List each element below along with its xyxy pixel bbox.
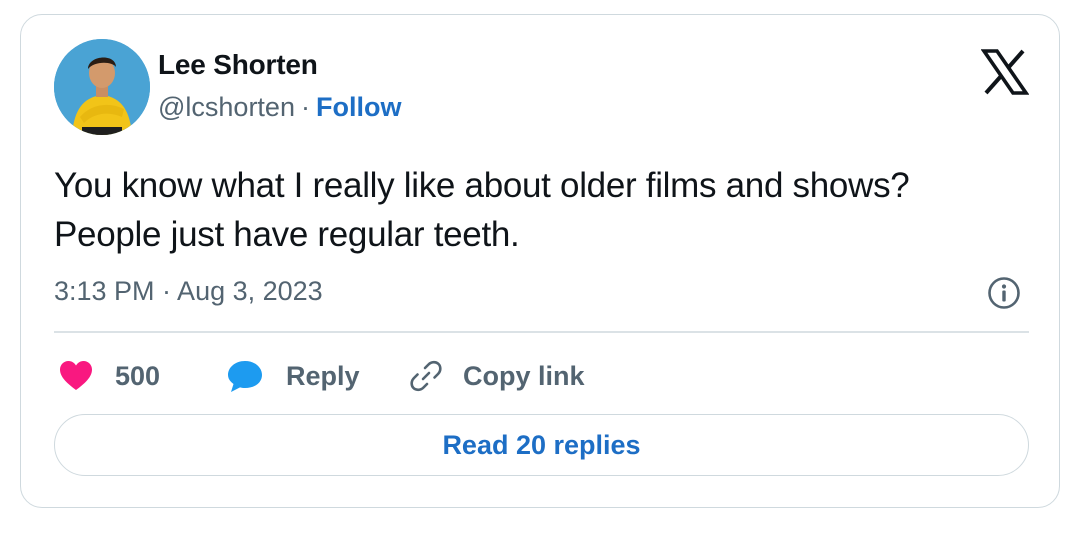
read-replies-label: Read 20 replies xyxy=(442,429,641,460)
link-icon xyxy=(410,360,442,392)
author-handle-row: @lcshorten · Follow xyxy=(158,92,401,123)
tweet-text-line: People just have regular teeth. xyxy=(54,215,520,254)
tweet-card: Lee Shorten @lcshorten · Follow You know w… xyxy=(20,14,1060,508)
read-replies-button[interactable]: Read 20 replies xyxy=(54,414,1029,476)
x-logo-icon[interactable] xyxy=(980,48,1030,96)
copy-link-label: Copy link xyxy=(463,360,585,391)
avatar-photo-icon xyxy=(54,39,150,135)
heart-icon xyxy=(60,361,92,390)
reply-label: Reply xyxy=(286,360,360,391)
copy-link-button[interactable]: Copy link xyxy=(409,354,585,398)
author-handle[interactable]: @lcshorten xyxy=(158,92,295,122)
tweet-timestamp[interactable]: 3:13 PM · Aug 3, 2023 xyxy=(54,276,323,307)
reply-button[interactable]: Reply xyxy=(226,354,360,398)
tweet-text: You know what I really like about older … xyxy=(54,161,1044,259)
follow-button[interactable]: Follow xyxy=(316,92,401,122)
separator-dot: · xyxy=(300,92,310,122)
like-count: 500 xyxy=(115,360,161,391)
author-name[interactable]: Lee Shorten xyxy=(158,49,318,81)
tweet-text-line: You know what I really like about older … xyxy=(54,166,910,205)
avatar[interactable] xyxy=(54,39,150,135)
divider xyxy=(54,331,1029,333)
info-icon[interactable] xyxy=(987,276,1021,310)
like-button[interactable]: 500 xyxy=(59,354,160,398)
reply-bubble-icon xyxy=(228,361,262,392)
